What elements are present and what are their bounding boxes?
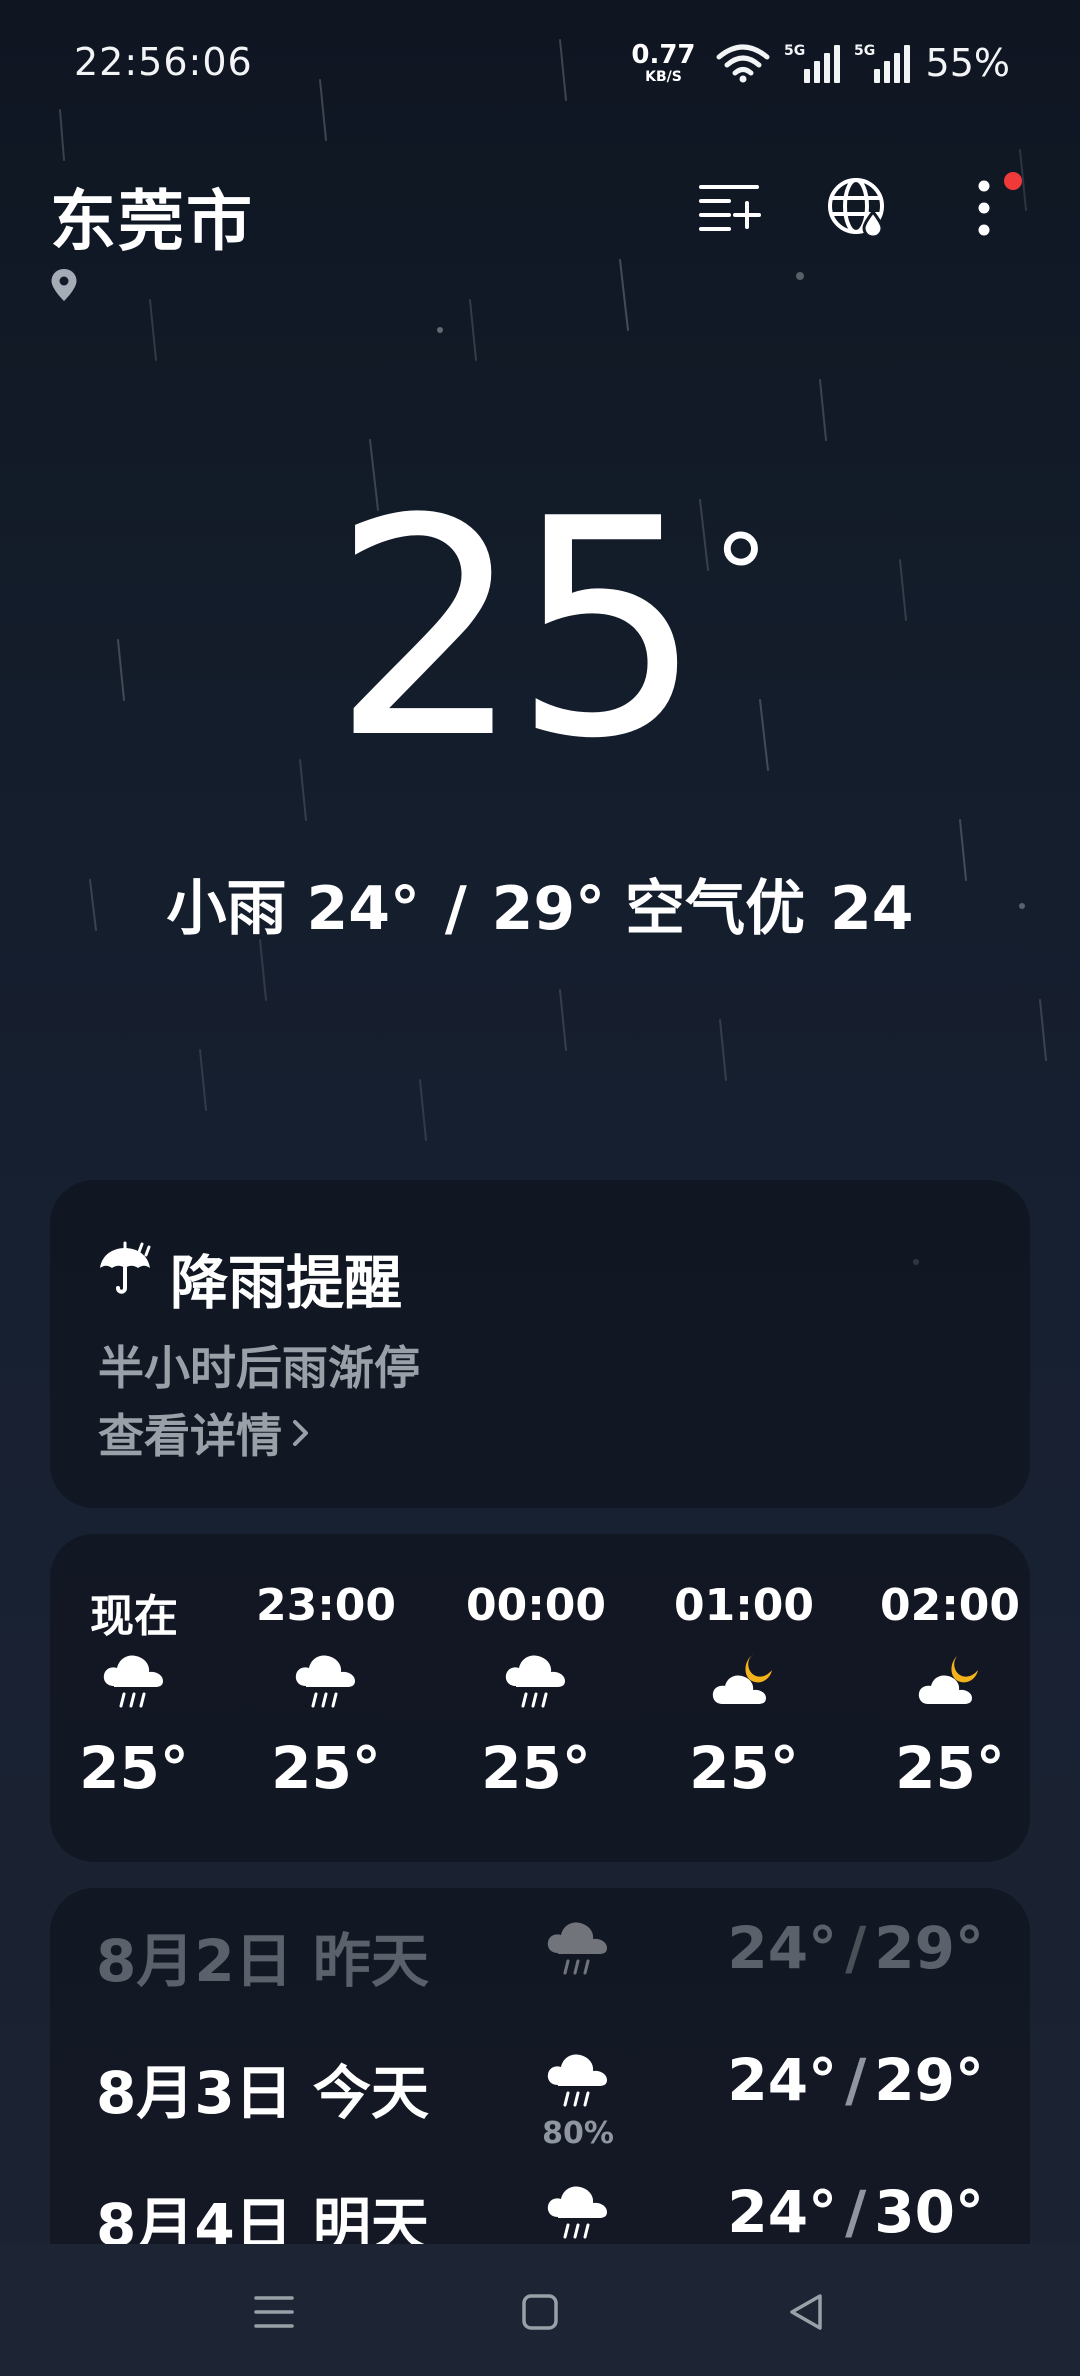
hourly-temp: 25° [79, 1734, 189, 1802]
range-separator: / [845, 2046, 867, 2114]
recent-apps-button[interactable] [234, 2272, 314, 2352]
daily-date: 8月3日 今天 [96, 2059, 429, 2127]
range-separator: / [845, 1914, 867, 1982]
hourly-item[interactable]: 现在 25° [34, 1534, 234, 1862]
back-triangle-icon [790, 2294, 822, 2330]
weather-summary[interactable]: 小雨 24° / 29° 空气优 24 [0, 860, 1080, 947]
daily-row-today[interactable]: 8月3日 今天 80% 24°/29° [50, 2020, 1030, 2151]
daily-date: 8月2日 昨天 [96, 1927, 429, 1995]
network-speed: 0.77 KB/S [631, 42, 695, 84]
hourly-time: 01:00 [673, 1580, 815, 1631]
daily-temp-range: 24°/29° [727, 1914, 984, 1982]
battery-level: 55% [925, 41, 1010, 85]
hourly-time: 现在 [90, 1591, 178, 1642]
daily-high: 30° [874, 2178, 984, 2246]
rain-cloud-icon [547, 2054, 607, 2107]
wifi-icon [716, 44, 770, 83]
global-weather-button[interactable] [822, 172, 894, 244]
signal-5g-icon-2: 5G [854, 43, 910, 83]
status-bar: 22:56:06 0.77 KB/S 5G 5G 55% [0, 0, 1080, 128]
daily-high: 29° [874, 1914, 984, 1982]
current-temperature-value: 25 [331, 455, 704, 804]
hourly-temp: 25° [689, 1734, 799, 1802]
hourly-temp: 25° [481, 1734, 591, 1802]
network-speed-value: 0.77 [631, 40, 696, 70]
hourly-item[interactable]: 00:00 25° [436, 1534, 636, 1862]
hourly-temp: 25° [895, 1734, 1005, 1802]
cloudy-moon-icon [918, 1654, 978, 1704]
hourly-temp: 25° [271, 1734, 381, 1802]
location-pin-icon [51, 269, 77, 301]
chevron-right-icon [293, 1420, 308, 1446]
weather-condition: 小雨 [166, 874, 287, 944]
more-vertical-icon [978, 180, 990, 236]
hourly-time: 00:00 [465, 1580, 607, 1631]
degree-symbol: ° [713, 511, 769, 639]
network-speed-unit: KB/S [645, 69, 682, 85]
daily-temp-range: 24°/29° [727, 2046, 984, 2114]
rain-cloud-icon [295, 1655, 355, 1708]
hourly-forecast-card[interactable]: 现在 25° 23:00 25° 00:00 25° 01:00 25° 02:… [50, 1534, 1030, 1862]
home-button[interactable] [500, 2272, 580, 2352]
list-add-icon [699, 185, 761, 231]
view-details-link[interactable]: 查看详情 [98, 1400, 310, 1466]
rain-alert-title: 降雨提醒 [170, 1249, 403, 1317]
city-name[interactable]: 东莞市 [50, 168, 254, 264]
daily-low: 24° [727, 1914, 838, 1982]
signal-1-label: 5G [784, 43, 805, 59]
daily-temp-range: 24°/30° [727, 2178, 984, 2246]
rain-alert-card[interactable]: 降雨提醒 半小时后雨渐停 查看详情 [50, 1180, 1030, 1508]
range-separator: / [845, 2178, 867, 2246]
status-icons: 0.77 KB/S 5G 5G 55% [631, 38, 1010, 88]
hourly-time: 02:00 [879, 1580, 1021, 1631]
cloudy-moon-icon [712, 1654, 772, 1704]
city-management-button[interactable] [694, 172, 766, 244]
hourly-time: 23:00 [255, 1580, 397, 1631]
notification-dot [1004, 172, 1022, 190]
square-icon [522, 2294, 558, 2330]
weather-screen: 22:56:06 0.77 KB/S 5G 5G 55% 东莞市 25 ° 小雨… [0, 0, 1080, 2376]
umbrella-rain-icon [100, 1241, 151, 1294]
daily-low: 24° [727, 2178, 838, 2246]
rain-cloud-icon [547, 1922, 607, 1975]
rain-cloud-icon [547, 2186, 607, 2239]
signal-2-label: 5G [854, 43, 875, 59]
air-quality: 空气优 24 [625, 874, 914, 944]
rain-cloud-icon [505, 1655, 565, 1708]
hourly-item[interactable]: 01:00 25° [644, 1534, 844, 1862]
rain-cloud-icon [103, 1655, 163, 1708]
status-time: 22:56:06 [74, 40, 253, 84]
view-details-label: 查看详情 [98, 1409, 282, 1463]
precipitation-probability: 80% [542, 2116, 614, 2151]
daily-low: 24° [727, 2046, 838, 2114]
daily-high: 29° [874, 2046, 984, 2114]
globe-rain-icon [828, 178, 884, 239]
temperature-range: 24° / 29° [306, 874, 606, 944]
hourly-item[interactable]: 02:00 25° [850, 1534, 1050, 1862]
current-temperature: 25 ° [0, 480, 1080, 780]
rain-alert-subtitle: 半小时后雨渐停 [98, 1341, 420, 1395]
system-navigation-bar [0, 2244, 1080, 2376]
daily-row-yesterday[interactable]: 8月2日 昨天 24°/29° [50, 1888, 1030, 2018]
back-button[interactable] [766, 2272, 846, 2352]
hourly-item[interactable]: 23:00 25° [226, 1534, 426, 1862]
signal-5g-icon: 5G [784, 43, 840, 83]
menu-icon [254, 2296, 294, 2328]
